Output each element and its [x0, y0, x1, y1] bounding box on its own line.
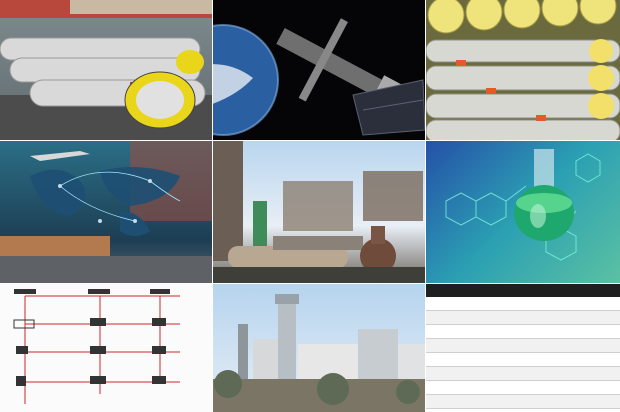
table-cell [474, 408, 523, 412]
table-cell [474, 394, 523, 409]
table-row [426, 366, 620, 381]
column-header [523, 284, 572, 297]
table-cell [474, 297, 523, 311]
table-cell [571, 394, 620, 409]
table-cell [426, 408, 475, 412]
table-row [426, 408, 620, 412]
table-cell [571, 380, 620, 395]
table-cell [426, 338, 475, 353]
industrial-plant-photo [213, 284, 425, 412]
chemistry-flask-photo [426, 141, 620, 283]
table-cell [523, 366, 572, 381]
table-cell [571, 310, 620, 325]
logistics-map-photo [0, 141, 212, 283]
table-cell [523, 408, 572, 412]
table-cell [523, 310, 572, 325]
table-cell [426, 297, 475, 311]
table-cell [571, 297, 620, 311]
table-cell [571, 324, 620, 339]
table-cell [474, 366, 523, 381]
table-cell [426, 352, 475, 367]
table-cell [426, 324, 475, 339]
image-collage [0, 0, 620, 412]
specification-table [426, 284, 620, 412]
spec-table [426, 284, 620, 412]
gas-cylinders-photo [0, 0, 212, 140]
table-cell [426, 366, 475, 381]
table-cell [523, 352, 572, 367]
table-header-row [426, 284, 620, 297]
table-cell [474, 310, 523, 325]
table-row [426, 352, 620, 367]
column-header [426, 284, 475, 297]
table-cell [474, 324, 523, 339]
refinery-pipes-photo [213, 141, 425, 283]
table-cell [523, 394, 572, 409]
table-cell [426, 380, 475, 395]
yellow-cylinders-photo [426, 0, 620, 140]
table-cell [523, 338, 572, 353]
table-cell [571, 352, 620, 367]
process-flow-diagram [0, 284, 212, 412]
table-cell [474, 352, 523, 367]
table-row [426, 338, 620, 353]
table-cell [571, 408, 620, 412]
table-cell [523, 324, 572, 339]
table-cell [523, 297, 572, 311]
column-header [474, 284, 523, 297]
table-cell [426, 394, 475, 409]
table-cell [571, 366, 620, 381]
table-row [426, 297, 620, 311]
table-cell [474, 338, 523, 353]
table-row [426, 310, 620, 325]
satellite-photo [213, 0, 425, 140]
table-cell [571, 338, 620, 353]
table-cell [426, 310, 475, 325]
table-row [426, 324, 620, 339]
column-header [571, 284, 620, 297]
table-row [426, 380, 620, 395]
table-cell [523, 380, 572, 395]
table-cell [474, 380, 523, 395]
table-row [426, 394, 620, 409]
